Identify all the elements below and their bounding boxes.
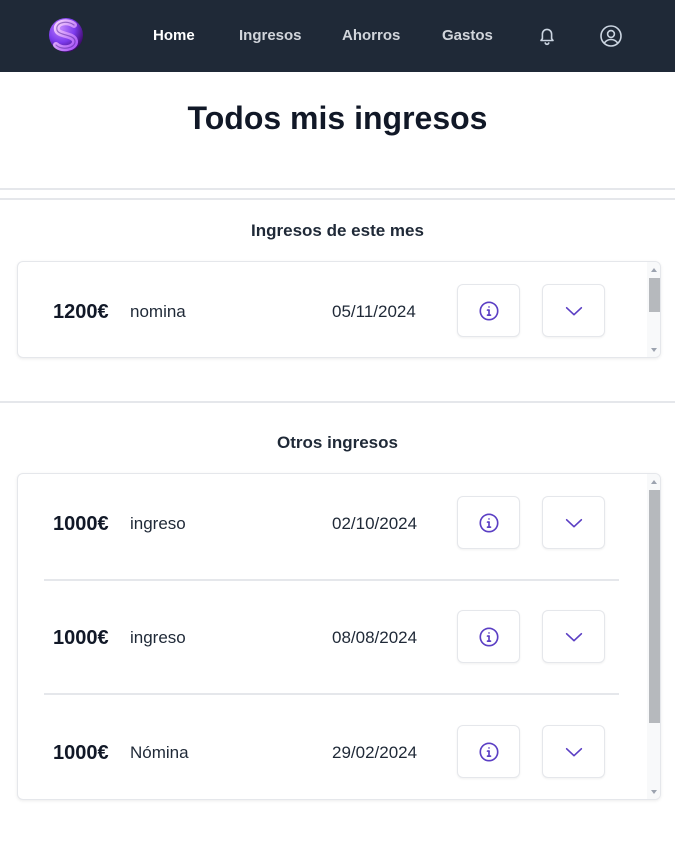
income-concept: ingreso — [130, 628, 186, 647]
scroll-down-arrow[interactable] — [649, 345, 659, 355]
logo-icon — [49, 18, 83, 52]
logo[interactable] — [46, 15, 86, 55]
scroll-up-arrow[interactable] — [649, 265, 659, 275]
divider — [0, 401, 675, 403]
scroll-thumb[interactable] — [649, 278, 660, 312]
row-separator — [44, 693, 619, 695]
nav-link-ahorros[interactable]: Ahorros — [342, 27, 400, 45]
expand-button[interactable] — [542, 284, 605, 337]
scroll-thumb[interactable] — [649, 490, 660, 723]
income-date: 02/10/2024 — [332, 514, 418, 533]
info-button[interactable] — [457, 284, 520, 337]
other-incomes-list[interactable]: 1000€ ingreso 02/10/2024 1000€ ingreso 0… — [17, 473, 661, 800]
scrollbar[interactable] — [647, 474, 660, 799]
divider — [0, 198, 675, 200]
expand-button[interactable] — [542, 496, 605, 549]
scrollbar[interactable] — [647, 262, 660, 357]
income-concept: Nómina — [130, 743, 189, 762]
section-title-others: Otros ingresos — [277, 433, 398, 452]
income-date: 08/08/2024 — [332, 628, 418, 647]
info-icon — [478, 741, 499, 762]
expand-button[interactable] — [542, 610, 605, 663]
section-title-this-month: Ingresos de este mes — [251, 221, 424, 240]
income-amount: 1000€ — [53, 627, 109, 649]
income-row: 1000€ ingreso 02/10/2024 — [18, 474, 660, 574]
income-concept: nomina — [130, 302, 186, 321]
income-row: 1000€ Nómina 29/02/2024 — [18, 703, 660, 799]
bell-icon[interactable] — [535, 24, 559, 48]
expand-button[interactable] — [542, 725, 605, 778]
income-row: 1000€ ingreso 08/08/2024 — [18, 588, 660, 688]
info-icon — [478, 512, 499, 533]
divider — [0, 188, 675, 190]
income-amount: 1000€ — [53, 513, 109, 535]
info-button[interactable] — [457, 496, 520, 549]
income-date: 05/11/2024 — [332, 302, 416, 321]
nav-link-gastos[interactable]: Gastos — [442, 27, 493, 45]
info-button[interactable] — [457, 610, 520, 663]
chevron-down-icon — [565, 747, 582, 756]
info-button[interactable] — [457, 725, 520, 778]
chevron-down-icon — [565, 306, 582, 315]
income-concept: ingreso — [130, 514, 186, 533]
chevron-down-icon — [565, 518, 582, 527]
income-amount: 1200€ — [53, 301, 109, 323]
scroll-down-arrow[interactable] — [649, 787, 659, 797]
info-icon — [478, 626, 499, 647]
info-icon — [478, 300, 499, 321]
scroll-up-arrow[interactable] — [649, 477, 659, 487]
nav-link-ingresos[interactable]: Ingresos — [239, 27, 302, 45]
navbar: Home Ingresos Ahorros Gastos — [0, 0, 675, 72]
income-row: 1200€ nomina 05/11/2024 — [18, 262, 660, 357]
chevron-down-icon — [565, 632, 582, 641]
page-title: Todos mis ingresos — [187, 100, 488, 136]
nav-link-home[interactable]: Home — [153, 27, 195, 45]
user-circle-icon[interactable] — [599, 24, 623, 48]
income-date: 29/02/2024 — [332, 743, 418, 762]
income-amount: 1000€ — [53, 742, 109, 764]
this-month-list[interactable]: 1200€ nomina 05/11/2024 — [17, 261, 661, 358]
row-separator — [44, 579, 619, 581]
